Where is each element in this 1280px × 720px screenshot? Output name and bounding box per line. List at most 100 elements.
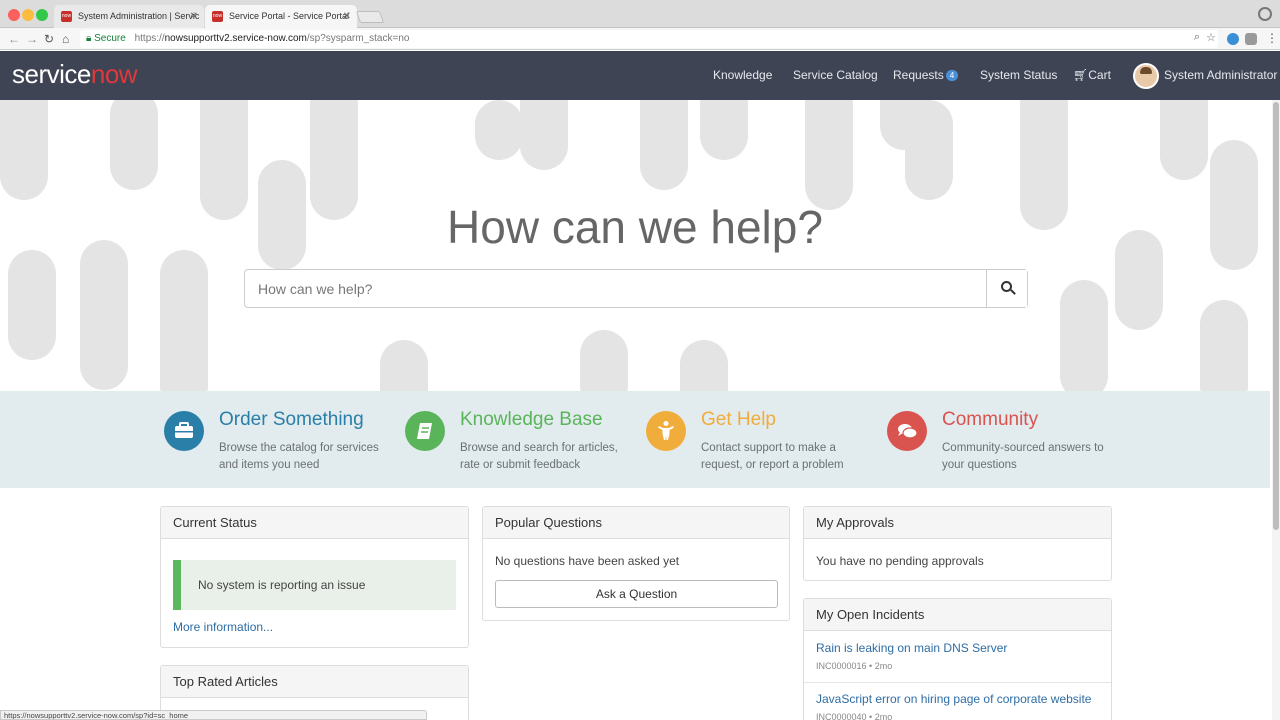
empty-approvals-text: You have no pending approvals: [816, 554, 984, 568]
logo-text-service: service: [12, 59, 91, 89]
page-scrollbar[interactable]: [1272, 100, 1280, 720]
background-pill: [8, 250, 56, 360]
hero-section: How can we help?: [0, 100, 1270, 391]
search-input[interactable]: [245, 270, 987, 307]
extension-icon[interactable]: [1227, 33, 1239, 45]
nav-service-catalog[interactable]: Service Catalog: [793, 68, 878, 82]
scrollbar-thumb[interactable]: [1273, 102, 1279, 530]
widget-title: Current Status: [161, 507, 468, 539]
servicenow-favicon-icon: now: [212, 11, 223, 22]
secure-label: Secure: [94, 33, 126, 44]
background-pill: [640, 100, 688, 190]
extension-icon[interactable]: [1245, 33, 1257, 45]
portal-header: servicenow Knowledge Service Catalog Req…: [0, 51, 1280, 100]
briefcase-icon: [164, 411, 204, 451]
back-arrow-icon[interactable]: ←: [8, 32, 20, 46]
nav-system-status[interactable]: System Status: [980, 68, 1057, 82]
background-pill: [1200, 300, 1248, 391]
status-message: No system is reporting an issue: [173, 560, 456, 610]
quick-link-desc: Browse and search for articles, rate or …: [460, 442, 618, 471]
browser-menu-icon[interactable]: ⋮: [1266, 31, 1278, 45]
my-open-incidents-widget: My Open Incidents Rain is leaking on mai…: [803, 598, 1112, 720]
search-box: [244, 269, 1028, 308]
current-status-widget: Current Status No system is reporting an…: [160, 506, 469, 648]
person-icon: [646, 411, 686, 451]
background-pill: [0, 100, 48, 200]
quick-link-desc: Community-sourced answers to your questi…: [942, 442, 1104, 471]
tab-title: System Administration | Servic: [78, 11, 200, 21]
chat-icon: [887, 411, 927, 451]
ask-question-button[interactable]: Ask a Question: [495, 580, 778, 608]
avatar[interactable]: [1133, 63, 1159, 89]
background-pill: [805, 100, 853, 210]
search-icon-handle: [1010, 289, 1016, 295]
background-pill: [380, 340, 428, 391]
background-pill: [80, 240, 128, 390]
quick-link-desc: Browse the catalog for services and item…: [219, 442, 379, 471]
url-path: /sp?sysparm_stack=no: [306, 33, 410, 44]
background-pill: [110, 100, 158, 190]
quick-link-title: Community: [942, 409, 1039, 430]
quick-link-desc: Contact support to make a request, or re…: [701, 442, 844, 471]
tab-title: Service Portal - Service Portal: [229, 11, 350, 21]
url-host: nowsupporttv2.service-now.com: [164, 33, 307, 44]
cart-icon: 🛒︎: [1073, 68, 1089, 82]
nav-requests[interactable]: Requests 4: [893, 68, 959, 82]
background-pill: [520, 100, 568, 170]
search-button[interactable]: [986, 270, 1027, 307]
close-tab-icon[interactable]: ✕: [343, 5, 351, 28]
background-pill: [905, 100, 953, 200]
close-window-button[interactable]: [8, 9, 20, 21]
browser-tab-service-portal[interactable]: now Service Portal - Service Portal ✕: [205, 5, 357, 28]
nav-user-menu[interactable]: System Administrator: [1164, 68, 1277, 82]
list-item: JavaScript error on hiring page of corpo…: [804, 682, 1111, 720]
quick-links-band: Order Something Browse the catalog for s…: [0, 391, 1270, 488]
close-tab-icon[interactable]: ✕: [190, 5, 198, 28]
background-pill: [680, 340, 728, 391]
browser-profile-icon[interactable]: [1258, 7, 1272, 21]
more-information-link[interactable]: More information...: [173, 620, 273, 634]
my-approvals-widget: My Approvals You have no pending approva…: [803, 506, 1112, 581]
link-status-bar: https://nowsupporttv2.service-now.com/sp…: [0, 710, 427, 720]
lock-icon: 🔒︎: [86, 33, 92, 44]
logo-text-now: now: [90, 59, 138, 89]
new-tab-button[interactable]: [355, 11, 385, 23]
browser-tab-bar: now System Administration | Servic ✕ now…: [0, 0, 1280, 28]
book-icon: [405, 411, 445, 451]
background-pill: [580, 330, 628, 391]
zoom-search-icon[interactable]: ⌕: [1194, 31, 1200, 44]
home-icon[interactable]: ⌂: [62, 32, 69, 46]
nav-cart-label: Cart: [1088, 68, 1111, 82]
minimize-window-button[interactable]: [22, 9, 34, 21]
incident-link[interactable]: Rain is leaking on main DNS Server: [816, 641, 1007, 655]
incident-meta: INC0000040 • 2mo: [816, 712, 893, 720]
nav-requests-label: Requests: [893, 68, 944, 82]
forward-arrow-icon[interactable]: →: [26, 32, 38, 46]
quick-link-title: Get Help: [701, 409, 776, 430]
quick-link-title: Knowledge Base: [460, 409, 603, 430]
widget-title: My Approvals: [804, 507, 1111, 539]
requests-count-badge: 4: [945, 70, 959, 81]
nav-knowledge[interactable]: Knowledge: [713, 68, 772, 82]
zoom-window-button[interactable]: [36, 9, 48, 21]
servicenow-favicon-icon: now: [61, 11, 72, 22]
popular-questions-widget: Popular Questions No questions have been…: [482, 506, 790, 621]
background-pill: [1060, 280, 1108, 391]
url-scheme: https://: [134, 33, 165, 44]
url-field[interactable]: 🔒︎ Secure https://nowsupporttv2.service-…: [80, 30, 1218, 48]
list-item: Rain is leaking on main DNS Server INC00…: [804, 631, 1111, 682]
quick-link-title: Order Something: [219, 409, 364, 430]
widget-title: Popular Questions: [483, 507, 789, 539]
widget-title: My Open Incidents: [804, 599, 1111, 631]
bookmark-star-icon[interactable]: ☆: [1206, 31, 1216, 44]
incident-meta: INC0000016 • 2mo: [816, 661, 893, 671]
empty-questions-text: No questions have been asked yet: [495, 554, 680, 568]
browser-address-bar: ← → ↻ ⌂ 🔒︎ Secure https://nowsupporttv2.…: [0, 28, 1280, 50]
background-pill: [475, 100, 523, 160]
servicenow-logo[interactable]: servicenow: [12, 59, 138, 90]
incident-link[interactable]: JavaScript error on hiring page of corpo…: [816, 692, 1091, 706]
page-title: How can we help?: [447, 201, 823, 253]
nav-cart[interactable]: 🛒︎Cart: [1073, 68, 1111, 82]
browser-tab-system-admin[interactable]: now System Administration | Servic ✕: [54, 5, 204, 28]
reload-icon[interactable]: ↻: [44, 32, 54, 46]
